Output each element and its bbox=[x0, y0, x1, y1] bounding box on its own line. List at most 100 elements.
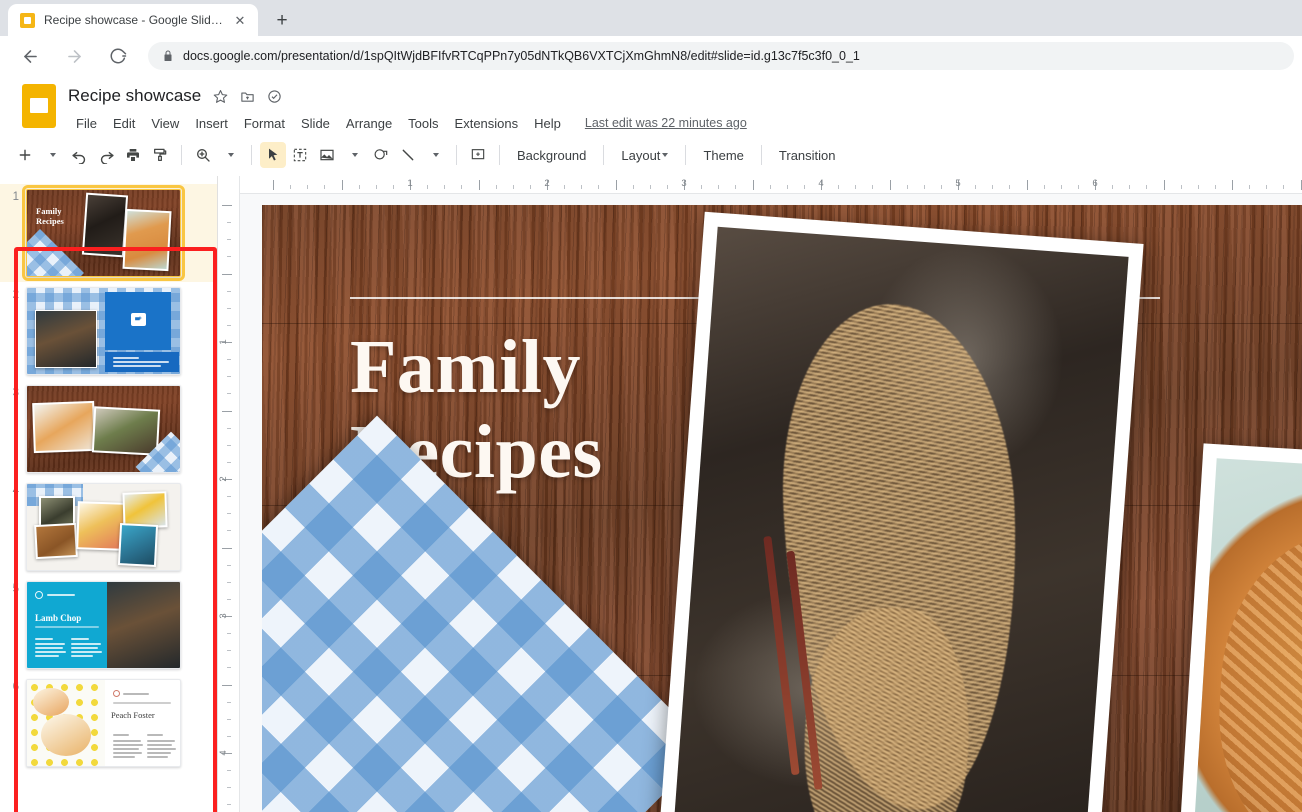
ruler-tick bbox=[649, 185, 651, 189]
cloud-saved-icon[interactable] bbox=[267, 89, 282, 104]
zoom-dropdown-icon[interactable] bbox=[217, 142, 243, 168]
filmstrip-slide-6[interactable]: 6 Peach Foster bbox=[0, 674, 217, 772]
ruler-tick bbox=[1060, 185, 1062, 189]
menu-arrange[interactable]: Arrange bbox=[338, 114, 400, 133]
forward-icon[interactable] bbox=[58, 40, 90, 72]
menu-view[interactable]: View bbox=[143, 114, 187, 133]
ruler-tick bbox=[227, 598, 231, 600]
filmstrip-slide-1[interactable]: 1 Family Recipes bbox=[0, 184, 217, 282]
ruler-number: 1 bbox=[407, 178, 413, 189]
close-icon[interactable]: ✕ bbox=[232, 12, 248, 28]
filmstrip-slide-4[interactable]: 4 bbox=[0, 478, 217, 576]
ruler-tick bbox=[1163, 180, 1165, 190]
ruler-tick bbox=[1197, 185, 1199, 189]
thumbnail-title: Lamb Chop bbox=[35, 613, 82, 623]
ruler-number: 4 bbox=[818, 178, 824, 189]
paint-format-icon[interactable] bbox=[147, 142, 173, 168]
thumb-dots-photo bbox=[27, 680, 105, 766]
tab-title: Recipe showcase - Google Slides bbox=[44, 13, 223, 27]
current-slide-canvas[interactable]: Family Recipes bbox=[262, 205, 1302, 812]
new-slide-dropdown-icon[interactable] bbox=[39, 142, 65, 168]
vertical-ruler[interactable]: 1 2 3 4 bbox=[218, 176, 240, 812]
toolbar-divider bbox=[499, 145, 500, 165]
menu-format[interactable]: Format bbox=[236, 114, 293, 133]
toolbar: Background Layout Theme Transition bbox=[0, 138, 1302, 172]
menu-insert[interactable]: Insert bbox=[187, 114, 236, 133]
chevron-down-icon bbox=[662, 153, 669, 157]
print-icon[interactable] bbox=[120, 142, 146, 168]
ruler-tick bbox=[564, 185, 566, 189]
address-bar[interactable]: docs.google.com/presentation/d/1spQItWjd… bbox=[148, 42, 1294, 70]
horizontal-ruler[interactable]: 1 2 3 4 5 6 bbox=[240, 176, 1302, 194]
new-slide-button[interactable] bbox=[12, 142, 38, 168]
slide-thumbnail[interactable]: Peach Foster bbox=[26, 679, 181, 767]
star-icon[interactable] bbox=[213, 89, 228, 104]
new-tab-button[interactable]: + bbox=[268, 6, 296, 34]
ruler-tick bbox=[227, 393, 231, 395]
menu-help[interactable]: Help bbox=[526, 114, 569, 133]
line-icon[interactable] bbox=[395, 142, 421, 168]
ruler-tick bbox=[1249, 185, 1251, 189]
editor-body: 1 Family Recipes 2 3 4 5 Lamb Chop 6 Pea… bbox=[0, 176, 1302, 812]
ruler-tick bbox=[923, 185, 925, 189]
zoom-icon[interactable] bbox=[190, 142, 216, 168]
redo-icon[interactable] bbox=[93, 142, 119, 168]
slide-canvas-scroll[interactable]: Family Recipes bbox=[240, 194, 1302, 812]
thumb-gingham-cloth bbox=[27, 229, 84, 276]
ruler-tick bbox=[581, 185, 583, 189]
ruler-tick bbox=[273, 180, 274, 190]
slide-thumbnail[interactable] bbox=[26, 287, 181, 375]
ruler-tick bbox=[1129, 185, 1131, 189]
slide-thumbnail[interactable]: Lamb Chop bbox=[26, 581, 181, 669]
theme-button[interactable]: Theme bbox=[694, 145, 752, 166]
filmstrip-slide-2[interactable]: 2 bbox=[0, 282, 217, 380]
ruler-tick bbox=[1043, 185, 1045, 189]
undo-icon[interactable] bbox=[66, 142, 92, 168]
layout-button[interactable]: Layout bbox=[612, 145, 677, 166]
menu-file[interactable]: File bbox=[68, 114, 105, 133]
google-slides-logo-icon[interactable] bbox=[22, 84, 56, 128]
ruler-tick bbox=[1283, 185, 1285, 189]
ruler-tick bbox=[227, 496, 231, 498]
ruler-tick bbox=[889, 180, 891, 190]
ruler-tick bbox=[769, 185, 771, 189]
ruler-tick bbox=[512, 185, 514, 189]
canvas-area: 1 2 3 4 1 2 3 4 5 6 Family Recipes bbox=[218, 176, 1302, 812]
ruler-tick bbox=[803, 185, 805, 189]
ruler-tick bbox=[975, 185, 977, 189]
menu-edit[interactable]: Edit bbox=[105, 114, 143, 133]
ruler-tick bbox=[222, 410, 232, 412]
browser-tab[interactable]: Recipe showcase - Google Slides ✕ bbox=[8, 4, 258, 36]
back-icon[interactable] bbox=[14, 40, 46, 72]
menu-bar: File Edit View Insert Format Slide Arran… bbox=[68, 111, 747, 135]
ruler-tick bbox=[227, 530, 231, 532]
reload-icon[interactable] bbox=[102, 40, 134, 72]
image-dropdown-icon[interactable] bbox=[341, 142, 367, 168]
thumbnail-title: Family Recipes bbox=[36, 206, 64, 226]
background-button[interactable]: Background bbox=[508, 145, 595, 166]
line-dropdown-icon[interactable] bbox=[422, 142, 448, 168]
menu-tools[interactable]: Tools bbox=[400, 114, 446, 133]
menu-slide[interactable]: Slide bbox=[293, 114, 338, 133]
move-to-folder-icon[interactable] bbox=[240, 89, 255, 104]
select-icon[interactable] bbox=[260, 142, 286, 168]
transition-button[interactable]: Transition bbox=[770, 145, 845, 166]
text-box-icon[interactable] bbox=[287, 142, 313, 168]
filmstrip-slide-5[interactable]: 5 Lamb Chop bbox=[0, 576, 217, 674]
ruler-tick bbox=[227, 513, 231, 515]
noodles-photo[interactable] bbox=[656, 211, 1144, 812]
ruler-tick bbox=[598, 185, 600, 189]
filmstrip-slide-3[interactable]: 3 bbox=[0, 380, 217, 478]
slide-thumbnail[interactable] bbox=[26, 483, 181, 571]
shape-icon[interactable] bbox=[368, 142, 394, 168]
slide-filmstrip-panel[interactable]: 1 Family Recipes 2 3 4 5 Lamb Chop 6 Pea… bbox=[0, 176, 218, 812]
page-title[interactable]: Recipe showcase bbox=[68, 86, 201, 106]
slide-thumbnail[interactable]: Family Recipes bbox=[22, 185, 185, 281]
slide-thumbnail[interactable] bbox=[26, 385, 181, 473]
comment-icon[interactable] bbox=[465, 142, 491, 168]
canvas-vertical-scrollbar[interactable] bbox=[1291, 176, 1302, 812]
ruler-tick bbox=[227, 770, 231, 772]
last-edit-status[interactable]: Last edit was 22 minutes ago bbox=[585, 116, 747, 130]
image-icon[interactable] bbox=[314, 142, 340, 168]
menu-extensions[interactable]: Extensions bbox=[447, 114, 527, 133]
